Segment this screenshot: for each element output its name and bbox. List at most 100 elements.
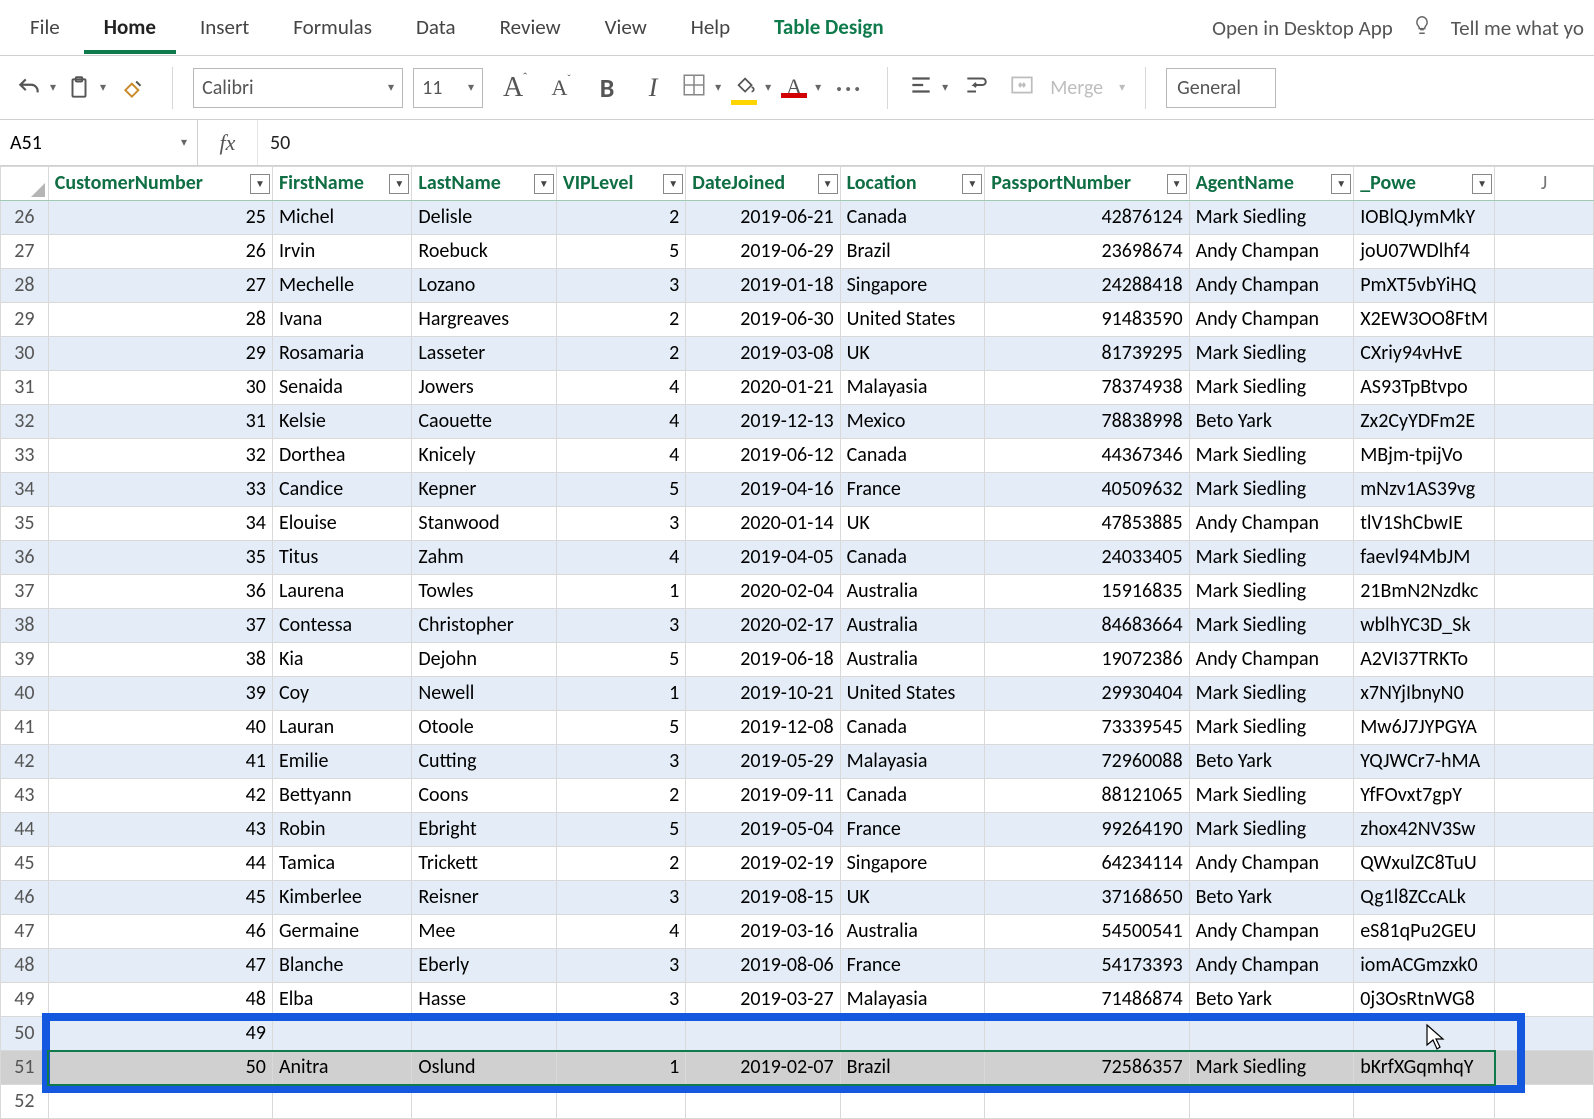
merge-cells-button[interactable] <box>1004 70 1040 106</box>
cell[interactable]: 43 <box>48 813 272 847</box>
cell[interactable]: Mee <box>412 915 557 949</box>
italic-button[interactable]: I <box>635 70 671 106</box>
cell[interactable]: 2019-08-15 <box>686 881 840 915</box>
cell[interactable]: Australia <box>840 915 985 949</box>
cell[interactable]: CXriy94vHvE <box>1354 337 1495 371</box>
table-row[interactable]: 4948ElbaHasse32019-03-27Malayasia7148687… <box>1 983 1594 1017</box>
row-header[interactable]: 29 <box>1 303 49 337</box>
cell[interactable]: Andy Champan <box>1189 269 1354 303</box>
tab-home[interactable]: Home <box>84 2 176 54</box>
row-header[interactable]: 39 <box>1 643 49 677</box>
cell[interactable]: Australia <box>840 643 985 677</box>
column-header[interactable]: PassportNumber▼ <box>985 167 1189 201</box>
cell[interactable]: Elba <box>272 983 411 1017</box>
tab-view[interactable]: View <box>585 2 667 54</box>
cell[interactable]: Canada <box>840 201 985 235</box>
cell[interactable]: Towles <box>412 575 557 609</box>
cell[interactable]: eS81qPu2GEU <box>1354 915 1495 949</box>
cell[interactable]: 71486874 <box>985 983 1189 1017</box>
cell[interactable]: Zahm <box>412 541 557 575</box>
increase-font-size-button[interactable]: Aˆ <box>497 70 533 106</box>
cell[interactable]: PmXT5vbYiHQ <box>1354 269 1495 303</box>
cell[interactable]: 29 <box>48 337 272 371</box>
cell[interactable]: 0j3OsRtnWG8 <box>1354 983 1495 1017</box>
cell[interactable]: 2019-06-30 <box>686 303 840 337</box>
cell[interactable]: 27 <box>48 269 272 303</box>
cell[interactable]: tlV1ShCbwIE <box>1354 507 1495 541</box>
cell[interactable]: Rosamaria <box>272 337 411 371</box>
cell[interactable] <box>1495 915 1594 949</box>
cell[interactable]: 47 <box>48 949 272 983</box>
cell[interactable]: Newell <box>412 677 557 711</box>
row-header[interactable]: 40 <box>1 677 49 711</box>
cell[interactable]: United States <box>840 677 985 711</box>
select-all-corner[interactable] <box>1 167 49 201</box>
cell[interactable]: France <box>840 949 985 983</box>
cell[interactable] <box>840 1085 985 1119</box>
cell[interactable]: Canada <box>840 711 985 745</box>
cell[interactable]: 3 <box>556 881 685 915</box>
cell[interactable]: Eberly <box>412 949 557 983</box>
row-header[interactable]: 38 <box>1 609 49 643</box>
cell[interactable]: 32 <box>48 439 272 473</box>
cell[interactable]: Hargreaves <box>412 303 557 337</box>
cell[interactable] <box>1495 813 1594 847</box>
cell[interactable]: 48 <box>48 983 272 1017</box>
cell[interactable]: IOBlQJymMkY <box>1354 201 1495 235</box>
table-row[interactable]: 2726IrvinRoebuck52019-06-29Brazil2369867… <box>1 235 1594 269</box>
filter-button[interactable]: ▼ <box>962 174 982 194</box>
tab-review[interactable]: Review <box>480 2 581 54</box>
cell[interactable]: 1 <box>556 1051 685 1085</box>
cell[interactable]: 2019-06-18 <box>686 643 840 677</box>
cell[interactable]: Beto Yark <box>1189 405 1354 439</box>
cell[interactable]: 2019-12-08 <box>686 711 840 745</box>
cell[interactable]: 19072386 <box>985 643 1189 677</box>
cell[interactable] <box>686 1017 840 1051</box>
cell[interactable]: 40 <box>48 711 272 745</box>
cell[interactable]: Ebright <box>412 813 557 847</box>
cell[interactable]: Beto Yark <box>1189 881 1354 915</box>
row-header[interactable]: 47 <box>1 915 49 949</box>
cell[interactable]: Mark Siedling <box>1189 575 1354 609</box>
tab-data[interactable]: Data <box>396 2 476 54</box>
cell[interactable]: Malayasia <box>840 745 985 779</box>
table-row[interactable]: 4443RobinEbright52019-05-04France9926419… <box>1 813 1594 847</box>
table-row[interactable]: 3231KelsieCaouette42019-12-13Mexico78838… <box>1 405 1594 439</box>
cell[interactable]: 2019-03-27 <box>686 983 840 1017</box>
borders-button[interactable]: ▾ <box>681 72 721 104</box>
cell[interactable]: Singapore <box>840 847 985 881</box>
cell[interactable]: 2 <box>556 847 685 881</box>
table-row[interactable]: 3332DortheaKnicely42019-06-12Canada44367… <box>1 439 1594 473</box>
cell[interactable]: Australia <box>840 575 985 609</box>
table-row[interactable]: 3534ElouiseStanwood32020-01-14UK47853885… <box>1 507 1594 541</box>
font-color-button[interactable]: A ▾ <box>781 78 821 98</box>
row-header[interactable]: 46 <box>1 881 49 915</box>
cell[interactable]: Beto Yark <box>1189 983 1354 1017</box>
number-format-select[interactable]: General <box>1166 68 1276 108</box>
cell[interactable] <box>1495 473 1594 507</box>
cell[interactable]: Reisner <box>412 881 557 915</box>
cell[interactable]: 2019-12-13 <box>686 405 840 439</box>
filter-button[interactable]: ▼ <box>1167 174 1187 194</box>
table-row[interactable]: 4039CoyNewell12019-10-21United States299… <box>1 677 1594 711</box>
cell[interactable]: 2020-01-14 <box>686 507 840 541</box>
cell[interactable]: 2019-06-29 <box>686 235 840 269</box>
cell[interactable] <box>1495 439 1594 473</box>
cell[interactable]: 2019-08-06 <box>686 949 840 983</box>
cell[interactable]: Delisle <box>412 201 557 235</box>
cell[interactable] <box>1495 643 1594 677</box>
cell[interactable]: Singapore <box>840 269 985 303</box>
cell[interactable]: 44 <box>48 847 272 881</box>
cell[interactable]: 41 <box>48 745 272 779</box>
cell[interactable]: Laurena <box>272 575 411 609</box>
cell[interactable]: 2019-09-11 <box>686 779 840 813</box>
cell[interactable]: 3 <box>556 745 685 779</box>
filter-button[interactable]: ▼ <box>250 174 270 194</box>
cell[interactable]: 78838998 <box>985 405 1189 439</box>
table-row[interactable]: 4847BlancheEberly32019-08-06France541733… <box>1 949 1594 983</box>
cell[interactable]: Mechelle <box>272 269 411 303</box>
cell[interactable] <box>1495 1085 1594 1119</box>
cell[interactable] <box>1495 983 1594 1017</box>
cell[interactable] <box>1495 711 1594 745</box>
cell[interactable] <box>1495 269 1594 303</box>
